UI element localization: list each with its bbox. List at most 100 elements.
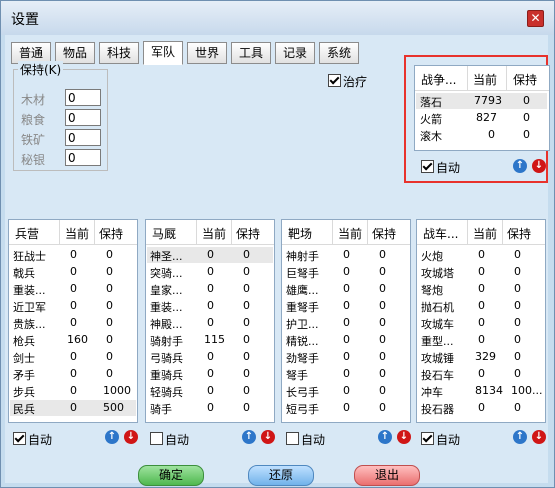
- mithril-input[interactable]: 0: [65, 149, 101, 166]
- auto-checkbox[interactable]: 自动: [421, 431, 460, 448]
- table-row[interactable]: 护卫... 0 0: [283, 315, 409, 331]
- table-row[interactable]: 近卫军 0 0: [10, 298, 136, 314]
- table-row[interactable]: 落石 7793 0: [416, 93, 547, 109]
- table-row[interactable]: 神圣... 0 0: [147, 247, 273, 263]
- ok-button[interactable]: 确定: [138, 465, 204, 486]
- table-row[interactable]: 步兵 0 1000: [10, 383, 136, 399]
- table-row[interactable]: 骑射手 115 0: [147, 332, 273, 348]
- restore-button[interactable]: 还原: [248, 465, 314, 486]
- tab-army[interactable]: 军队: [143, 41, 183, 65]
- table-row[interactable]: 重装... 0 0: [10, 281, 136, 297]
- table-row[interactable]: 短弓手 0 0: [283, 400, 409, 416]
- table-row[interactable]: 火炮 0 0: [418, 247, 544, 263]
- table-row[interactable]: 贵族... 0 0: [10, 315, 136, 331]
- war-auto-checkbox[interactable]: 自动: [421, 159, 460, 176]
- table-row[interactable]: 弩手 0 0: [283, 366, 409, 382]
- table-cell: 500: [103, 401, 124, 414]
- table-row[interactable]: 弓骑兵 0 0: [147, 349, 273, 365]
- table-row[interactable]: 神射手 0 0: [283, 247, 409, 263]
- table-row[interactable]: 投石车 0 0: [418, 366, 544, 382]
- arrow-down-icon[interactable]: ↓: [397, 430, 411, 444]
- table-cell: 0: [478, 333, 485, 346]
- food-input[interactable]: 0: [65, 109, 101, 126]
- tab-world[interactable]: 世界: [187, 42, 227, 64]
- table-cell: 戟兵: [13, 267, 35, 280]
- checkbox-checked-icon: [421, 432, 434, 445]
- auto-label: 自动: [301, 433, 326, 447]
- table-row[interactable]: 神殿... 0 0: [147, 315, 273, 331]
- dialog-content: 普通 物品 科技 军队 世界 工具 记录 系统 保持(K) 木材 0 粮食 0 …: [5, 35, 550, 486]
- table-row[interactable]: 轻骑兵 0 0: [147, 383, 273, 399]
- table-row[interactable]: 雄鹰... 0 0: [283, 281, 409, 297]
- table-row[interactable]: 皇家... 0 0: [147, 281, 273, 297]
- table-row[interactable]: 弩炮 0 0: [418, 281, 544, 297]
- hold-label: 铁矿: [21, 133, 46, 147]
- table-row[interactable]: 劲弩手 0 0: [283, 349, 409, 365]
- table-row[interactable]: 重型... 0 0: [418, 332, 544, 348]
- war-table-header: 战争... 当前 保持: [415, 66, 549, 91]
- table-row[interactable]: 火箭 827 0: [416, 110, 547, 126]
- table-cell: 0: [343, 248, 350, 261]
- table-row[interactable]: 重装... 0 0: [147, 298, 273, 314]
- table-row[interactable]: 狂战士 0 0: [10, 247, 136, 263]
- table-row[interactable]: 重骑兵 0 0: [147, 366, 273, 382]
- table-cell: 近卫军: [13, 301, 46, 314]
- table-cell: 0: [70, 401, 77, 414]
- table-row[interactable]: 剑士 0 0: [10, 349, 136, 365]
- arrow-up-icon[interactable]: ↑: [105, 430, 119, 444]
- tab-tech[interactable]: 科技: [99, 42, 139, 64]
- auto-checkbox[interactable]: 自动: [13, 431, 52, 448]
- close-icon[interactable]: ✕: [527, 10, 544, 27]
- tab-log[interactable]: 记录: [275, 42, 315, 64]
- table-cell: 火炮: [421, 250, 443, 263]
- col-header: 当前: [338, 227, 363, 241]
- table-cell: 皇家...: [150, 284, 183, 297]
- table-cell: 0: [478, 367, 485, 380]
- heal-checkbox[interactable]: 治疗: [328, 73, 367, 90]
- table-row[interactable]: 重弩手 0 0: [283, 298, 409, 314]
- tab-tools[interactable]: 工具: [231, 42, 271, 64]
- table-cell: 雄鹰...: [286, 284, 319, 297]
- table-row[interactable]: 投石器 0 0: [418, 400, 544, 416]
- arrow-down-icon[interactable]: ↓: [532, 159, 546, 173]
- war-table: 战争... 当前 保持 落石 7793 0 火箭 827 0 滚木 0 0: [414, 65, 550, 151]
- table-row[interactable]: 民兵 0 500: [10, 400, 136, 416]
- table-row[interactable]: 枪兵 160 0: [10, 332, 136, 348]
- table-row[interactable]: 骑手 0 0: [147, 400, 273, 416]
- table-cell: 0: [207, 350, 214, 363]
- arrow-up-icon[interactable]: ↑: [378, 430, 392, 444]
- arrow-down-icon[interactable]: ↓: [532, 430, 546, 444]
- table-row[interactable]: 攻城锤 329 0: [418, 349, 544, 365]
- hold-label: 秘银: [21, 153, 46, 167]
- arrow-up-icon[interactable]: ↑: [513, 430, 527, 444]
- table-row[interactable]: 冲车 8134 100...: [418, 383, 544, 399]
- iron-input[interactable]: 0: [65, 129, 101, 146]
- table-row[interactable]: 攻城车 0 0: [418, 315, 544, 331]
- table-cell: 0: [207, 248, 214, 261]
- table-row[interactable]: 戟兵 0 0: [10, 264, 136, 280]
- arrow-down-icon[interactable]: ↓: [261, 430, 275, 444]
- arrow-up-icon[interactable]: ↑: [242, 430, 256, 444]
- arrow-down-icon[interactable]: ↓: [124, 430, 138, 444]
- table-row[interactable]: 长弓手 0 0: [283, 383, 409, 399]
- arrow-up-icon[interactable]: ↑: [513, 159, 527, 173]
- table-row[interactable]: 突骑... 0 0: [147, 264, 273, 280]
- table-row[interactable]: 抛石机 0 0: [418, 298, 544, 314]
- unit-table: 战车... 当前 保持 火炮 0 0 攻城塔 0 0 弩炮 0 0 抛石机 0 0 攻城车 0 0 重型... 0 0 攻…: [416, 219, 546, 423]
- unit-table-header: 靶场 当前 保持: [282, 220, 410, 245]
- auto-checkbox[interactable]: 自动: [286, 431, 325, 448]
- table-row[interactable]: 巨弩手 0 0: [283, 264, 409, 280]
- table-cell: 0: [243, 384, 250, 397]
- table-cell: 枪兵: [13, 335, 35, 348]
- table-row[interactable]: 攻城塔 0 0: [418, 264, 544, 280]
- auto-checkbox[interactable]: 自动: [150, 431, 189, 448]
- exit-button[interactable]: 退出: [354, 465, 420, 486]
- table-row[interactable]: 矛手 0 0: [10, 366, 136, 382]
- wood-input[interactable]: 0: [65, 89, 101, 106]
- checkbox-checked-icon: [328, 74, 341, 87]
- table-row[interactable]: 精锐... 0 0: [283, 332, 409, 348]
- table-cell: 0: [207, 299, 214, 312]
- table-cell: 劲弩手: [286, 352, 319, 365]
- tab-system[interactable]: 系统: [319, 42, 359, 64]
- table-row[interactable]: 滚木 0 0: [416, 127, 547, 143]
